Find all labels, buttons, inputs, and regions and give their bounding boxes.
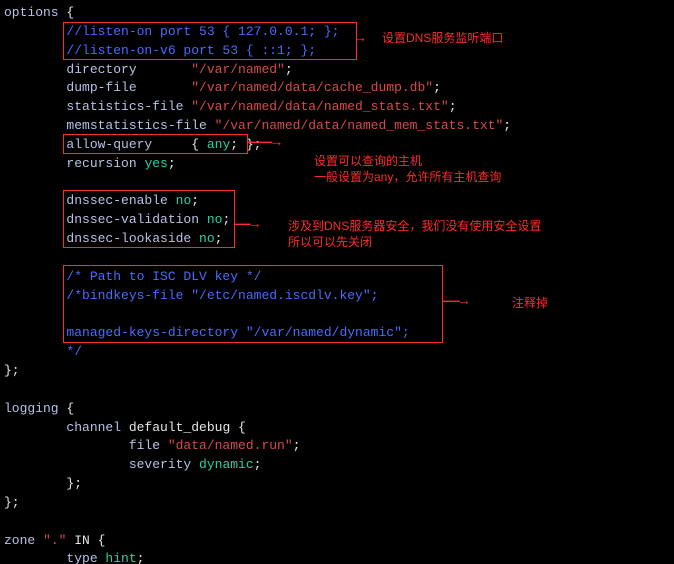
semi: ; xyxy=(433,80,441,95)
str-mem-stats: "/var/named/data/named_mem_stats.txt" xyxy=(215,118,504,133)
token-statistics-file: statistics-file xyxy=(4,99,191,114)
semi: ; xyxy=(449,99,457,114)
sp xyxy=(137,62,192,77)
literal-yes: yes xyxy=(144,156,167,171)
token-type: type xyxy=(4,551,105,564)
comment-listen-on: //listen-on port 53 { 127.0.0.1; }; xyxy=(4,24,339,39)
comment-managed-keys: managed-keys-directory "/var/named/dynam… xyxy=(4,325,410,340)
note-allow-query-2: 一般设置为any，允许所有主机查询 xyxy=(314,169,501,185)
token-options: options xyxy=(4,5,59,20)
token-channel: channel xyxy=(4,420,129,435)
zone-in: IN { xyxy=(66,533,105,548)
literal-any: any xyxy=(207,137,230,152)
brace: { xyxy=(66,401,74,416)
brace-close-channel: }; xyxy=(4,476,82,491)
comment-listen-on-v6: //listen-on-v6 port 53 { ::1; }; xyxy=(4,43,316,58)
channel-name: default_debug { xyxy=(129,420,246,435)
token-zone: zone xyxy=(4,533,43,548)
semi: ; xyxy=(254,457,262,472)
semi: ; xyxy=(168,156,176,171)
semi: ; xyxy=(222,212,230,227)
token-directory: directory xyxy=(4,62,137,77)
semi: ; xyxy=(191,193,199,208)
token-recursion: recursion xyxy=(4,156,144,171)
str-root-zone: "." xyxy=(43,533,66,548)
token-dump-file: dump-file xyxy=(4,80,137,95)
semi: ; xyxy=(285,62,293,77)
semi: ; xyxy=(215,231,223,246)
comment-end: */ xyxy=(4,344,82,359)
note-listen-port: 设置DNS服务监听端口 xyxy=(382,30,503,46)
comment-bindkeys: /*bindkeys-file "/etc/named.iscdlv.key"; xyxy=(4,288,378,303)
token-dnssec-enable: dnssec-enable xyxy=(4,193,176,208)
str-named-stats: "/var/named/data/named_stats.txt" xyxy=(191,99,448,114)
str-cache-dump: "/var/named/data/cache_dump.db" xyxy=(191,80,433,95)
token-severity: severity xyxy=(4,457,199,472)
arrow-icon: ——→ xyxy=(234,218,259,232)
brace-close-logging: }; xyxy=(4,495,20,510)
note-dnssec-2: 所以可以先关闭 xyxy=(288,234,372,250)
semi: ; xyxy=(137,551,145,564)
arrow-icon: ———→ xyxy=(247,136,281,150)
str-named-run: "data/named.run" xyxy=(168,438,293,453)
comment-dlv-path: /* Path to ISC DLV key */ xyxy=(4,269,261,284)
note-allow-query-1: 设置可以查询的主机 xyxy=(314,153,422,169)
code-block: options { //listen-on port 53 { 127.0.0.… xyxy=(4,4,670,564)
literal-no: no xyxy=(199,231,215,246)
literal-hint: hint xyxy=(105,551,136,564)
token-logging: logging xyxy=(4,401,66,416)
literal-dynamic: dynamic xyxy=(199,457,254,472)
arrow-icon: → xyxy=(356,32,364,46)
token-dnssec-lookaside: dnssec-lookaside xyxy=(4,231,199,246)
token-allow-query: allow-query xyxy=(4,137,152,152)
str-var-named: "/var/named" xyxy=(191,62,285,77)
literal-no: no xyxy=(176,193,192,208)
brace-close-options: }; xyxy=(4,363,20,378)
brace: { xyxy=(59,5,75,20)
semi: ; xyxy=(503,118,511,133)
semi: ; xyxy=(293,438,301,453)
note-comment-out: 注释掉 xyxy=(512,295,548,311)
token-dnssec-validation: dnssec-validation xyxy=(4,212,207,227)
code-editor-view: { "code": { "l01a":"options","l01b":" {"… xyxy=(0,0,674,564)
brace-open: { xyxy=(152,137,207,152)
sp xyxy=(137,80,192,95)
literal-no: no xyxy=(207,212,223,227)
arrow-icon: ——→ xyxy=(443,295,468,309)
note-dnssec-1: 涉及到DNS服务器安全，我们没有使用安全设置 xyxy=(288,218,541,234)
token-file: file xyxy=(4,438,168,453)
token-memstatistics-file: memstatistics-file xyxy=(4,118,215,133)
